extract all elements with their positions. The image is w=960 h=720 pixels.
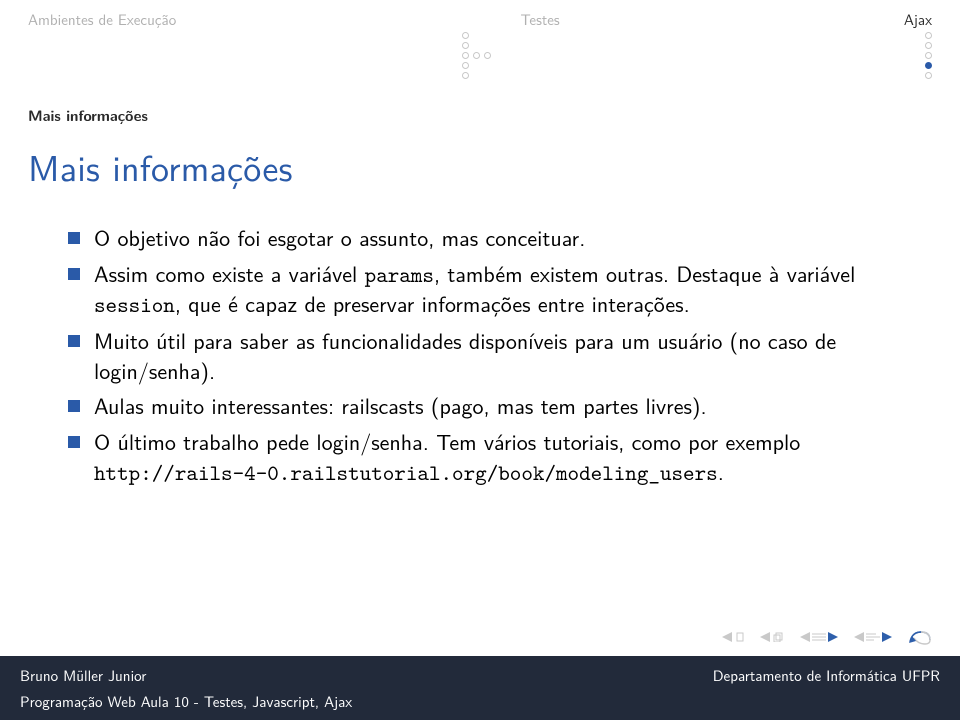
slide-body: O objetivo não foi esgotar o assunto, ma…: [0, 193, 960, 488]
slide-nav-controls: [722, 628, 932, 646]
top-nav: Ambientes de Execução Testes Ajax: [0, 0, 960, 32]
text: Assim como existe a variável: [94, 257, 365, 289]
progress-ajax: [925, 32, 932, 79]
code: http://rails-4-0.railstutorial.org/book/…: [94, 458, 718, 487]
footer: Bruno Müller Junior Departamento de Info…: [0, 656, 960, 720]
nav-prev-slide-icon[interactable]: [800, 632, 838, 642]
text: .: [718, 455, 724, 487]
bullet-text: O último trabalho pede login/senha. Tem …: [94, 427, 902, 487]
list-item: O objetivo não foi esgotar o assunto, ma…: [68, 223, 902, 253]
list-item: Muito útil para saber as funcionalidades…: [68, 326, 902, 385]
bullet-icon: [68, 400, 80, 412]
bullet-text: Aulas muito interessantes: railscasts (p…: [94, 391, 902, 421]
slide-title: Mais informações: [0, 126, 960, 193]
nav-section-ambientes[interactable]: Ambientes de Execução: [28, 8, 176, 30]
bullet-text: Assim como existe a variável params, tam…: [94, 259, 902, 320]
bullet-text: Muito útil para saber as funcionalidades…: [94, 326, 902, 385]
code: session: [94, 290, 175, 319]
bullet-icon: [68, 335, 80, 347]
footer-author: Bruno Müller Junior: [20, 664, 146, 686]
nav-next-slide-icon[interactable]: [854, 632, 892, 642]
bullet-icon: [68, 436, 80, 448]
nav-section-testes[interactable]: Testes: [520, 8, 559, 30]
progress-testes: [462, 32, 491, 79]
footer-lecture: Programação Web Aula 10 - Testes, Javasc…: [20, 690, 940, 712]
bullet-icon: [68, 232, 80, 244]
nav-next-section-icon[interactable]: [760, 632, 784, 642]
nav-refresh-icon[interactable]: [908, 628, 932, 646]
code: params: [365, 260, 434, 289]
nav-section-ajax[interactable]: Ajax: [904, 8, 932, 30]
subsection-label: Mais informações: [0, 79, 960, 126]
list-item: Assim como existe a variável params, tam…: [68, 259, 902, 320]
list-item: O último trabalho pede login/senha. Tem …: [68, 427, 902, 487]
list-item: Aulas muito interessantes: railscasts (p…: [68, 391, 902, 421]
bullet-icon: [68, 268, 80, 280]
text: , também existem outras. Destaque à vari…: [434, 257, 855, 289]
progress-row: [0, 32, 960, 79]
bullet-text: O objetivo não foi esgotar o assunto, ma…: [94, 223, 902, 253]
text: , que é capaz de preservar informações e…: [175, 287, 690, 319]
nav-prev-section-icon[interactable]: [722, 632, 744, 642]
text: O último trabalho pede login/senha. Tem …: [94, 425, 800, 457]
footer-department: Departamento de Informática UFPR: [713, 664, 940, 686]
